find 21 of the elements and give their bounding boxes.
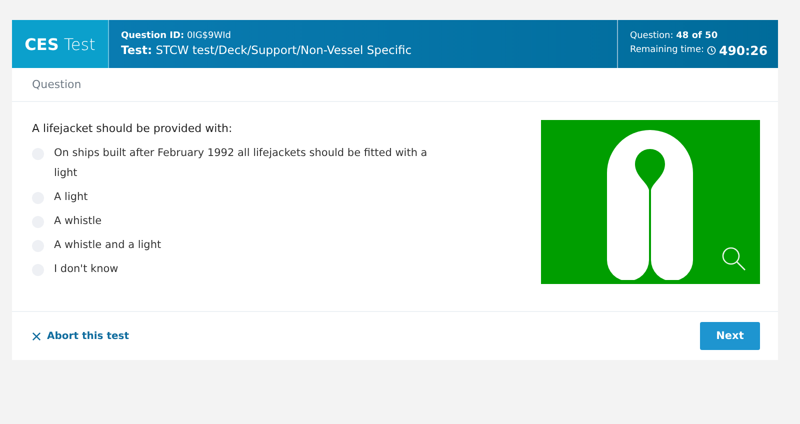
brand-name: CES: [24, 34, 59, 54]
answer-option[interactable]: On ships built after February 1992 all lifejackets should be fitted with a light: [54, 143, 439, 183]
answer-option[interactable]: A light: [54, 187, 88, 207]
question-id: 0IG$9WId: [186, 31, 232, 41]
close-icon: [32, 332, 41, 340]
zoom-icon[interactable]: [721, 246, 747, 272]
question-counter: 48 of 50: [676, 30, 718, 40]
clock-icon: [707, 46, 716, 54]
answer-option[interactable]: A whistle: [54, 211, 102, 231]
answer-option[interactable]: A whistle and a light: [54, 235, 162, 255]
abort-test-link[interactable]: Abort this test: [32, 330, 130, 342]
question-progress-label: Question:: [630, 30, 674, 40]
remaining-time-label: Remaining time:: [630, 45, 704, 55]
question-id-label: Question ID:: [121, 31, 184, 41]
brand-suffix: Test: [64, 34, 96, 54]
test-path: STCW test/Deck/Support/Non-Vessel Specific: [156, 43, 412, 57]
remaining-time: 490:26: [719, 42, 768, 58]
answer-option[interactable]: I don't know: [54, 259, 118, 279]
question-text: A lifejacket should be provided with:: [32, 122, 234, 135]
section-title: Question: [12, 68, 778, 102]
test-label: Test:: [121, 43, 152, 57]
